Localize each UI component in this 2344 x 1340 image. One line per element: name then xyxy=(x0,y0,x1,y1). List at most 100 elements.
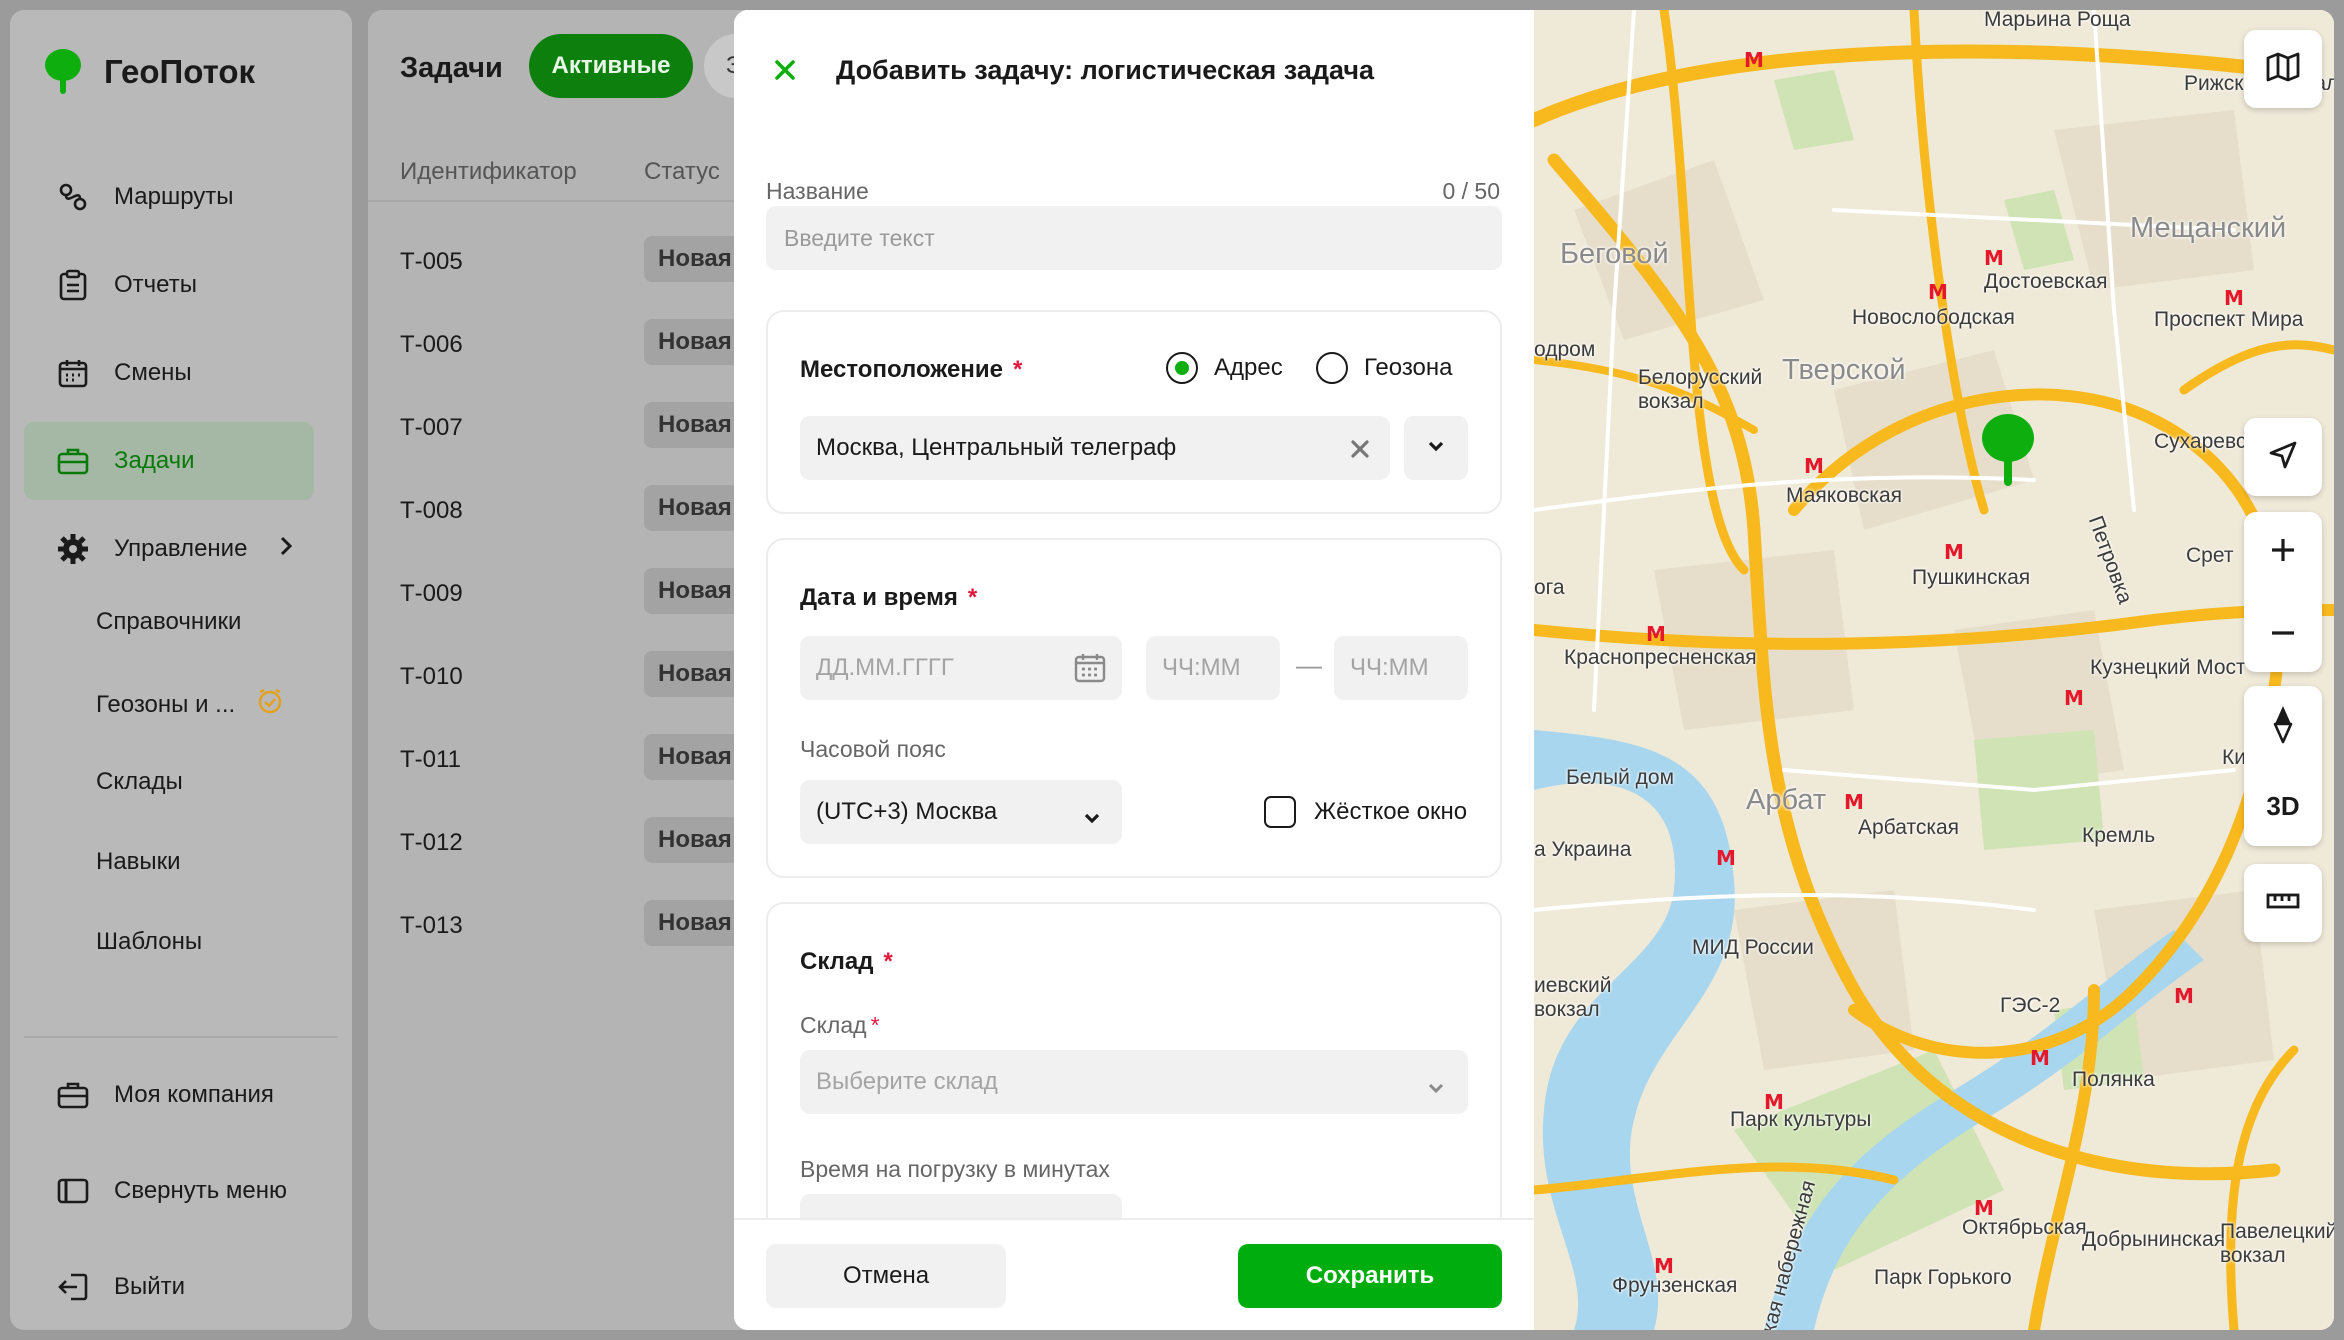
sidebar-item-management[interactable]: Управление xyxy=(24,510,314,588)
name-input[interactable]: Введите текст xyxy=(766,206,1502,270)
map-view[interactable]: Марьина Роща Рижский вокзал Новослободск… xyxy=(1534,10,2334,1330)
date-placeholder: ДД.ММ.ГГГГ xyxy=(816,654,954,681)
logo[interactable]: ГеоПоток xyxy=(44,48,255,96)
calendar-icon[interactable] xyxy=(1074,653,1106,690)
sidebar-subitem-warehouses[interactable]: Склады xyxy=(96,768,183,796)
sidebar-item-logout[interactable]: Выйти xyxy=(24,1248,314,1326)
clear-icon[interactable] xyxy=(1350,438,1370,466)
table-row-id[interactable]: Т-011 xyxy=(400,746,461,774)
table-row-id[interactable]: Т-010 xyxy=(400,663,463,691)
metro-icon: M xyxy=(1804,454,1824,478)
name-label: Название xyxy=(766,178,869,204)
logout-icon xyxy=(56,1270,90,1304)
column-header-id[interactable]: Идентификатор xyxy=(400,158,577,186)
name-char-counter: 0 / 50 xyxy=(1442,178,1500,204)
clock-check-icon xyxy=(257,688,283,721)
address-input[interactable]: Москва, Центральный телеграф xyxy=(800,416,1390,480)
metro-icon: M xyxy=(1984,246,2004,270)
zoom-in-button[interactable] xyxy=(2244,512,2322,592)
table-row-id[interactable]: Т-007 xyxy=(400,414,463,442)
table-row-id[interactable]: Т-006 xyxy=(400,331,463,359)
address-value: Москва, Центральный телеграф xyxy=(816,434,1177,461)
location-title: Местоположение * xyxy=(800,356,1022,384)
sidebar-item-label: Управление xyxy=(114,535,248,562)
metro-icon: M xyxy=(1844,790,1864,814)
table-row-id[interactable]: Т-005 xyxy=(400,248,463,276)
map-label: Срет xyxy=(2186,544,2234,567)
chevron-down-icon xyxy=(1426,439,1446,458)
warehouse-field-label: Склад * xyxy=(800,1012,880,1039)
sidebar-item-label: Моя компания xyxy=(114,1081,274,1108)
sidebar-item-my-company[interactable]: Моя компания xyxy=(24,1056,314,1134)
briefcase-icon xyxy=(56,1078,90,1112)
map-label: Кузнецкий Мост xyxy=(2090,656,2246,679)
map-label: Маяковская xyxy=(1786,484,1903,507)
modal-footer: Отмена Сохранить xyxy=(734,1218,1534,1330)
map-label: а Украина xyxy=(1534,838,1632,861)
gear-icon xyxy=(56,532,90,566)
sidebar-item-routes[interactable]: Маршруты xyxy=(24,158,314,236)
map-label: Мещанский xyxy=(2130,212,2287,244)
ruler-button[interactable] xyxy=(2244,864,2322,942)
warehouse-select[interactable]: Выберите склад xyxy=(800,1050,1468,1114)
map-label: Краснопресненская xyxy=(1564,646,1757,669)
datetime-title: Дата и время * xyxy=(800,584,977,612)
sidebar-subitem-skills[interactable]: Навыки xyxy=(96,848,181,876)
navigation-arrow-icon xyxy=(2268,440,2298,475)
map-layers-button[interactable] xyxy=(2244,30,2322,108)
map-label: Арбат xyxy=(1746,784,1827,816)
chevron-right-icon xyxy=(279,535,293,564)
close-icon[interactable] xyxy=(768,53,802,87)
time-to-input[interactable]: ЧЧ:ММ xyxy=(1334,636,1468,700)
map-label: Новослободская xyxy=(1852,306,2015,329)
metro-icon: M xyxy=(1974,1196,1994,1220)
ruler-icon xyxy=(2266,891,2300,916)
radio-address[interactable]: Адрес xyxy=(1166,352,1283,384)
map-label: МИД России xyxy=(1692,936,1814,959)
map-label: Парк культуры xyxy=(1730,1108,1872,1131)
modal-title: Добавить задачу: логистическая задача xyxy=(836,54,1375,85)
sidebar-item-collapse-menu[interactable]: Свернуть меню xyxy=(24,1152,314,1230)
checkbox-unchecked-icon xyxy=(1264,796,1296,828)
map-label: Марьина Роща xyxy=(1984,10,2131,31)
warehouse-title-text: Склад xyxy=(800,948,874,975)
column-header-status[interactable]: Статус xyxy=(644,158,720,186)
radio-geozone[interactable]: Геозона xyxy=(1316,352,1453,384)
sidebar-subitem-geozones[interactable]: Геозоны и ... xyxy=(96,688,283,721)
cancel-button[interactable]: Отмена xyxy=(766,1244,1006,1308)
warehouse-field-label-text: Склад xyxy=(800,1012,867,1038)
sidebar-item-tasks[interactable]: Задачи xyxy=(24,422,314,500)
sidebar-item-reports[interactable]: Отчеты xyxy=(24,246,314,324)
table-row-id[interactable]: Т-013 xyxy=(400,912,463,940)
table-row-id[interactable]: Т-008 xyxy=(400,497,463,525)
my-location-button[interactable] xyxy=(2244,418,2322,496)
metro-icon: M xyxy=(1928,280,1948,304)
zoom-controls xyxy=(2244,512,2322,672)
time-range-dash: — xyxy=(1296,650,1322,680)
sidebar-subitem-templates[interactable]: Шаблоны xyxy=(96,928,202,956)
task-form: Добавить задачу: логистическая задача На… xyxy=(734,10,1534,1330)
compass-button[interactable] xyxy=(2244,686,2322,766)
date-input[interactable]: ДД.ММ.ГГГГ xyxy=(800,636,1122,700)
3d-toggle-button[interactable]: 3D xyxy=(2244,766,2322,846)
table-row-id[interactable]: Т-009 xyxy=(400,580,463,608)
sidebar-subitem-label: Геозоны и ... xyxy=(96,690,236,718)
save-button[interactable]: Сохранить xyxy=(1238,1244,1502,1308)
sidebar-item-label: Маршруты xyxy=(114,183,234,210)
timezone-select[interactable]: (UTC+3) Москва xyxy=(800,780,1122,844)
timezone-label: Часовой пояс xyxy=(800,736,946,762)
hard-window-checkbox[interactable]: Жёсткое окно xyxy=(1264,796,1467,828)
routes-icon xyxy=(56,180,90,214)
metro-icon: M xyxy=(1716,846,1736,870)
sidebar-item-shifts[interactable]: Смены xyxy=(24,334,314,412)
add-task-modal: Добавить задачу: логистическая задача На… xyxy=(734,10,2334,1330)
sidebar-subitem-references[interactable]: Справочники xyxy=(96,608,241,636)
address-dropdown-button[interactable] xyxy=(1404,416,1468,480)
time-from-input[interactable]: ЧЧ:ММ xyxy=(1146,636,1280,700)
warehouse-placeholder: Выберите склад xyxy=(816,1068,998,1095)
zoom-out-button[interactable] xyxy=(2244,592,2322,672)
sidebar-item-label: Задачи xyxy=(114,447,195,474)
map-label: Беговой xyxy=(1560,238,1669,270)
table-row-id[interactable]: Т-012 xyxy=(400,829,463,857)
tab-active[interactable]: Активные xyxy=(529,34,693,98)
